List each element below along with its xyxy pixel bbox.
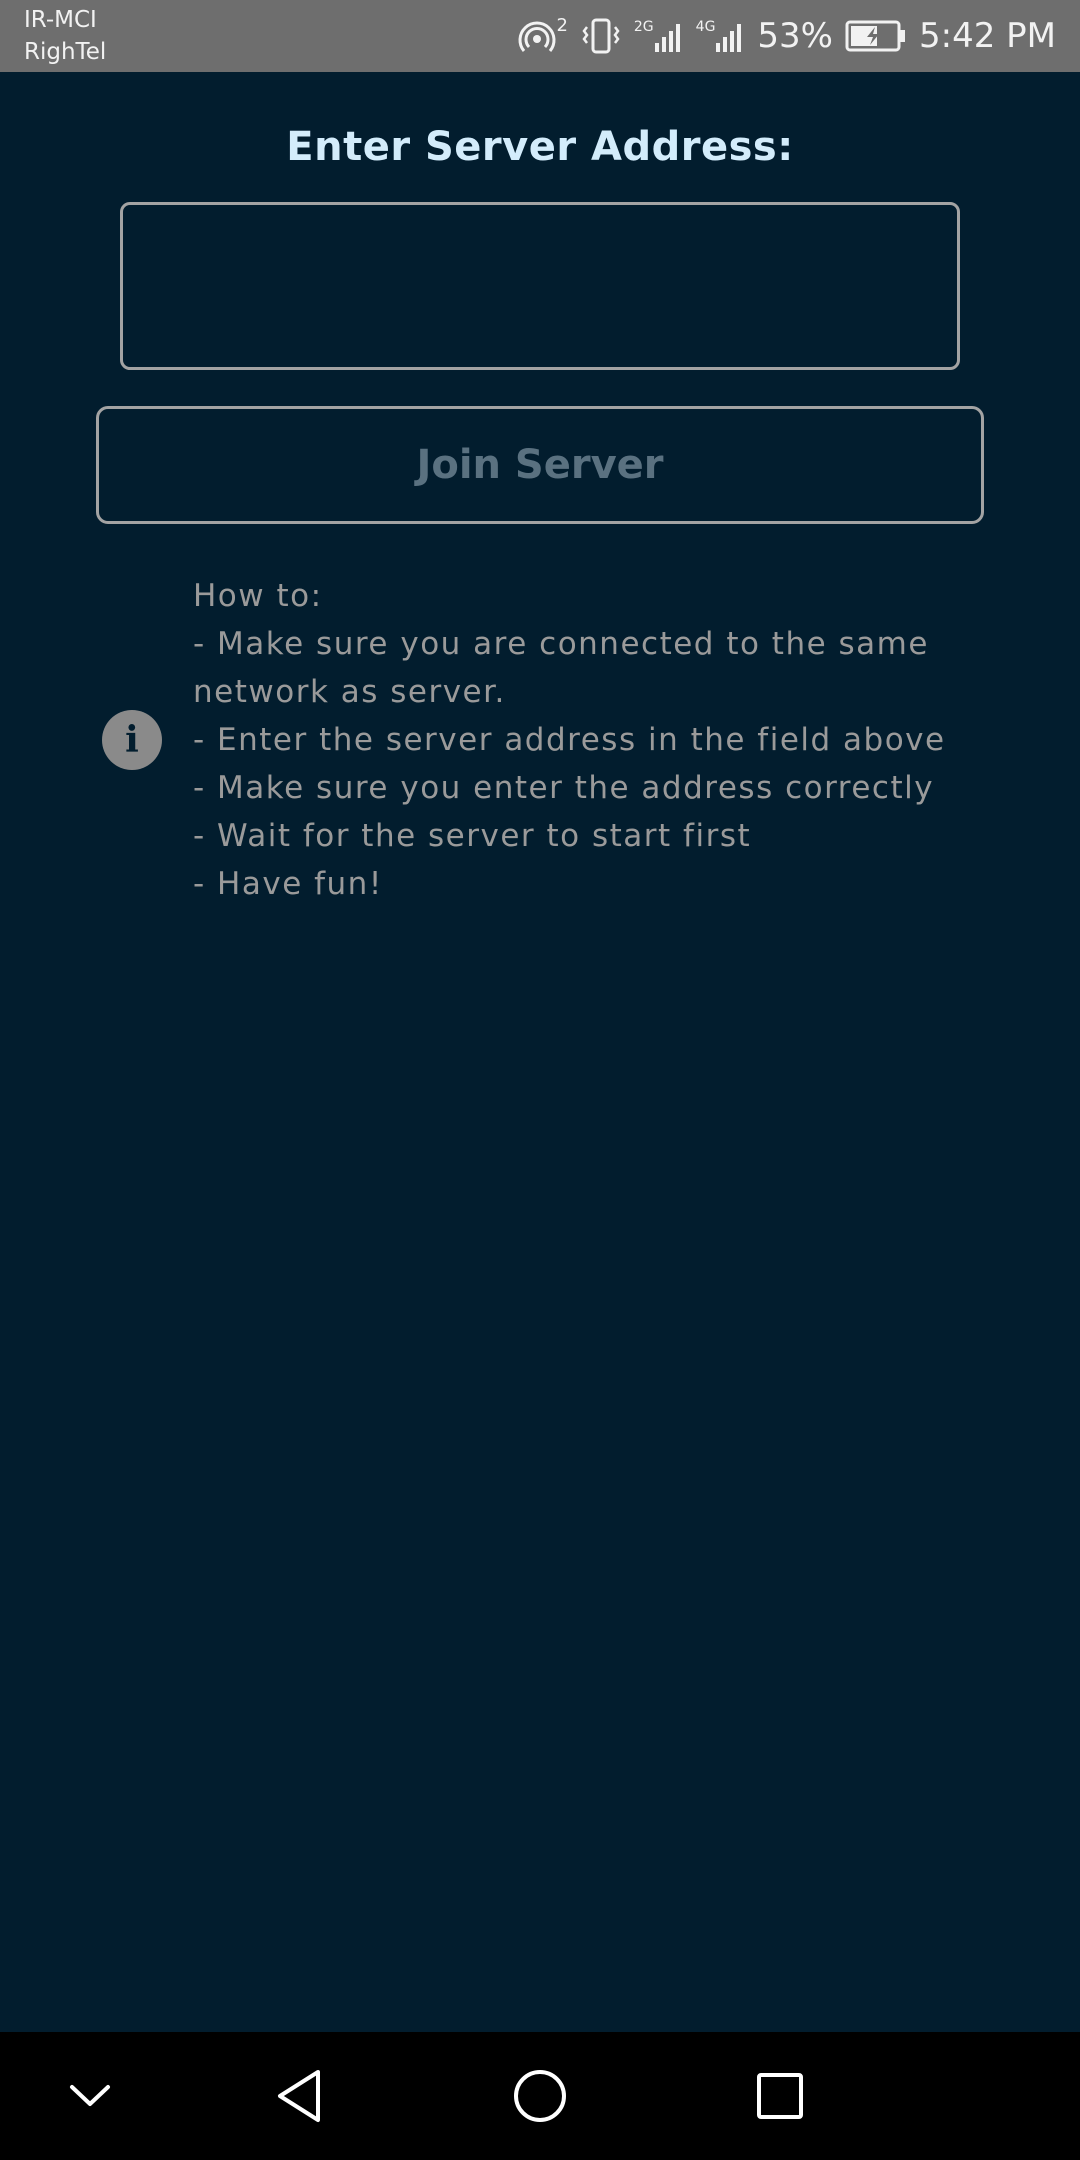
signal-4g-icon: 4G (696, 19, 746, 53)
clock: 5:42 PM (919, 16, 1056, 56)
status-bar: IR-MCI RighTel 2 2G 4G 53% 5:42 PM (0, 0, 1080, 72)
hotspot-count: 2 (556, 15, 568, 36)
battery-percent: 53% (757, 16, 833, 56)
howto-line: - Enter the server address in the field … (193, 722, 946, 758)
home-icon[interactable] (480, 2032, 600, 2160)
hotspot-icon: 2 (518, 15, 568, 55)
signal-4g-label: 4G (695, 19, 716, 35)
join-server-button-label: Join Server (416, 442, 664, 488)
carrier-info: IR-MCI RighTel (24, 4, 106, 68)
join-server-button[interactable]: Join Server (96, 406, 984, 524)
carrier-1-label: IR-MCI (24, 7, 97, 33)
howto-line: - Make sure you enter the address correc… (193, 770, 935, 806)
info-icon: i (102, 710, 162, 770)
vibrate-icon (580, 17, 622, 55)
howto-line: - Wait for the server to start first (193, 818, 752, 854)
back-icon[interactable] (240, 2032, 360, 2160)
battery-charging-icon (845, 19, 907, 53)
chevron-down-icon[interactable] (30, 2032, 150, 2160)
recents-icon[interactable] (720, 2032, 840, 2160)
status-icons: 2 2G 4G 53% 5:42 PM (518, 0, 1056, 72)
signal-2g-label: 2G (633, 19, 654, 35)
join-server-screen: Enter Server Address: Join Server i How … (0, 72, 1080, 2032)
howto-line: How to: (193, 578, 323, 614)
howto-line: - Have fun! (193, 866, 383, 902)
howto-line: - Make sure you are connected to the sam… (193, 626, 929, 662)
howto-line: network as server. (193, 674, 506, 710)
page-title: Enter Server Address: (286, 124, 794, 170)
signal-2g-icon: 2G (634, 19, 684, 53)
server-address-input[interactable] (120, 202, 960, 370)
howto-instructions: How to: - Make sure you are connected to… (193, 572, 1013, 908)
navigation-bar (0, 2032, 1080, 2160)
carrier-2-label: RighTel (24, 39, 107, 65)
